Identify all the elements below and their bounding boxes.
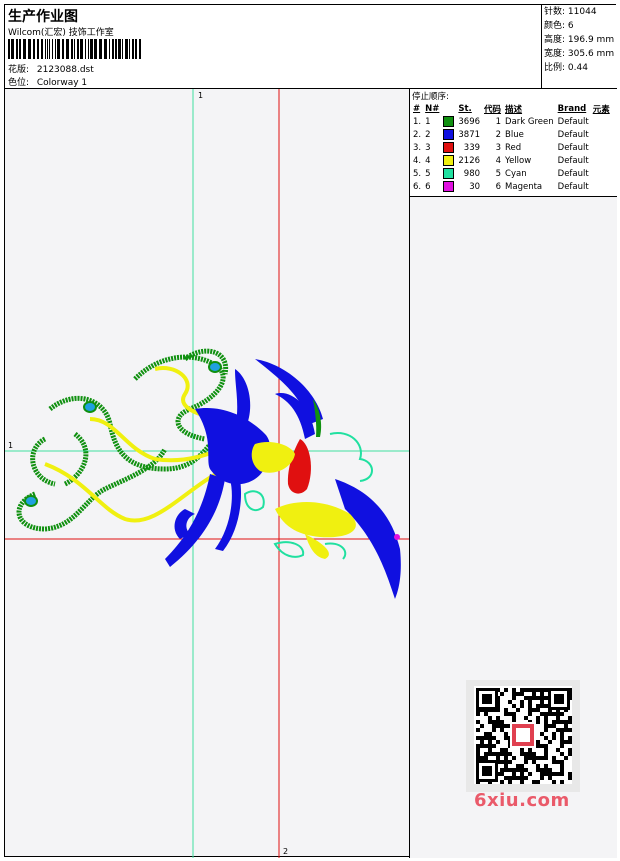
row-index: 2. [413,129,422,140]
row-description: Dark Green [505,116,554,127]
row-number: 2 [425,129,431,140]
row-number: 1 [425,116,431,127]
barcode-icon [8,39,141,59]
row-stitches: 30 [469,181,481,192]
color-swatch [443,168,455,179]
stat-colors: 颜色: 6 [544,21,574,31]
qr-code-icon [466,680,580,792]
table-row: 1. 1 3696 1 Dark Green Default [411,115,612,128]
col-description: 描述 [505,104,523,115]
row-brand: Default [557,142,589,153]
col-index: # [413,103,421,114]
row-brand: Default [557,116,589,127]
col-code: 代码 [484,104,502,115]
design-canvas[interactable]: 1 1 2 [5,89,410,858]
stop-sequence-title: 停止顺序: [412,92,449,102]
stat-stitches: 针数: 11044 [544,7,597,17]
row-brand: Default [557,129,589,140]
sheet-header: 生产作业图 Wilcom(汇宏) 技饰工作室 花版: 2123088.dst 色… [5,5,542,89]
col-brand: Brand [557,103,587,114]
row-stitches: 339 [463,142,481,153]
embroidery-preview [5,89,409,858]
color-swatch [443,155,455,166]
row-stitches: 2126 [458,155,481,166]
col-elements: 元素 [592,104,610,115]
row-index: 5. [413,168,422,179]
feather-eye-2 [83,401,97,413]
colorway-label: 色位: [8,78,30,88]
colorway-value: Colorway 1 [36,78,88,88]
row-brand: Default [557,155,589,166]
stat-scale: 比例: 0.44 [544,63,588,73]
row-number: 6 [425,181,431,192]
row-index: 1. [413,116,422,127]
row-index: 3. [413,142,422,153]
color-swatch [443,181,455,192]
row-index: 6. [413,181,422,192]
color-swatch [443,142,455,153]
row-number: 4 [425,155,431,166]
stat-width: 宽度: 305.6 mm [544,49,615,59]
colorway-row: 色位: Colorway 1 [8,75,87,88]
row-code: 3 [495,142,502,153]
row-code: 2 [495,129,502,140]
row-number: 3 [425,142,431,153]
table-row: 5. 5 980 5 Cyan Default [411,167,612,180]
page-title: 生产作业图 [8,9,78,25]
row-stitches: 3871 [458,129,481,140]
col-stitches: St. [458,103,472,114]
color-swatch [443,116,455,127]
row-description: Blue [505,129,524,140]
green-feathers [16,348,229,532]
magenta-dot [394,534,400,540]
row-index: 4. [413,155,422,166]
bottom-axis-marker: 2 [283,847,289,856]
stop-sequence-table: # N# St. 代码 描述 Brand 元素 1. 1 3696 1 Dark Gre… [411,102,612,193]
table-row: 3. 3 339 3 Red Default [411,141,612,154]
row-code: 5 [495,168,502,179]
stat-height: 高度: 196.9 mm [544,35,615,45]
design-label: 花版: [8,65,30,75]
stats-panel: 针数: 11044 颜色: 6 高度: 196.9 mm 宽度: 305.6 m… [542,5,617,89]
left-axis-marker: 1 [8,441,14,450]
row-code: 6 [495,181,502,192]
color-swatch [443,129,455,140]
row-brand: Default [557,181,589,192]
row-code: 4 [495,155,502,166]
row-stitches: 980 [463,168,481,179]
watermark-site: 6xiu.com [474,790,570,811]
row-number: 5 [425,168,431,179]
feather-eye-1 [24,495,38,507]
stop-sequence-panel: 停止顺序: # N# St. 代码 描述 Brand 元素 1. 1 3696 1 Da… [410,89,617,197]
row-description: Red [505,142,522,153]
top-axis-marker: 1 [198,91,204,100]
table-row: 6. 6 30 6 Magenta Default [411,180,612,193]
row-description: Cyan [505,168,527,179]
design-row: 花版: 2123088.dst [8,62,94,75]
company-name: Wilcom(汇宏) 技饰工作室 [8,28,114,38]
row-description: Yellow [505,155,532,166]
design-value: 2123088.dst [36,65,94,75]
row-brand: Default [557,168,589,179]
row-code: 1 [495,116,502,127]
table-row: 2. 2 3871 2 Blue Default [411,128,612,141]
table-row: 4. 4 2126 4 Yellow Default [411,154,612,167]
row-stitches: 3696 [458,116,481,127]
row-description: Magenta [505,181,543,192]
red-body [287,439,311,494]
col-number: N# [425,103,440,114]
feather-eye-3 [208,361,222,373]
